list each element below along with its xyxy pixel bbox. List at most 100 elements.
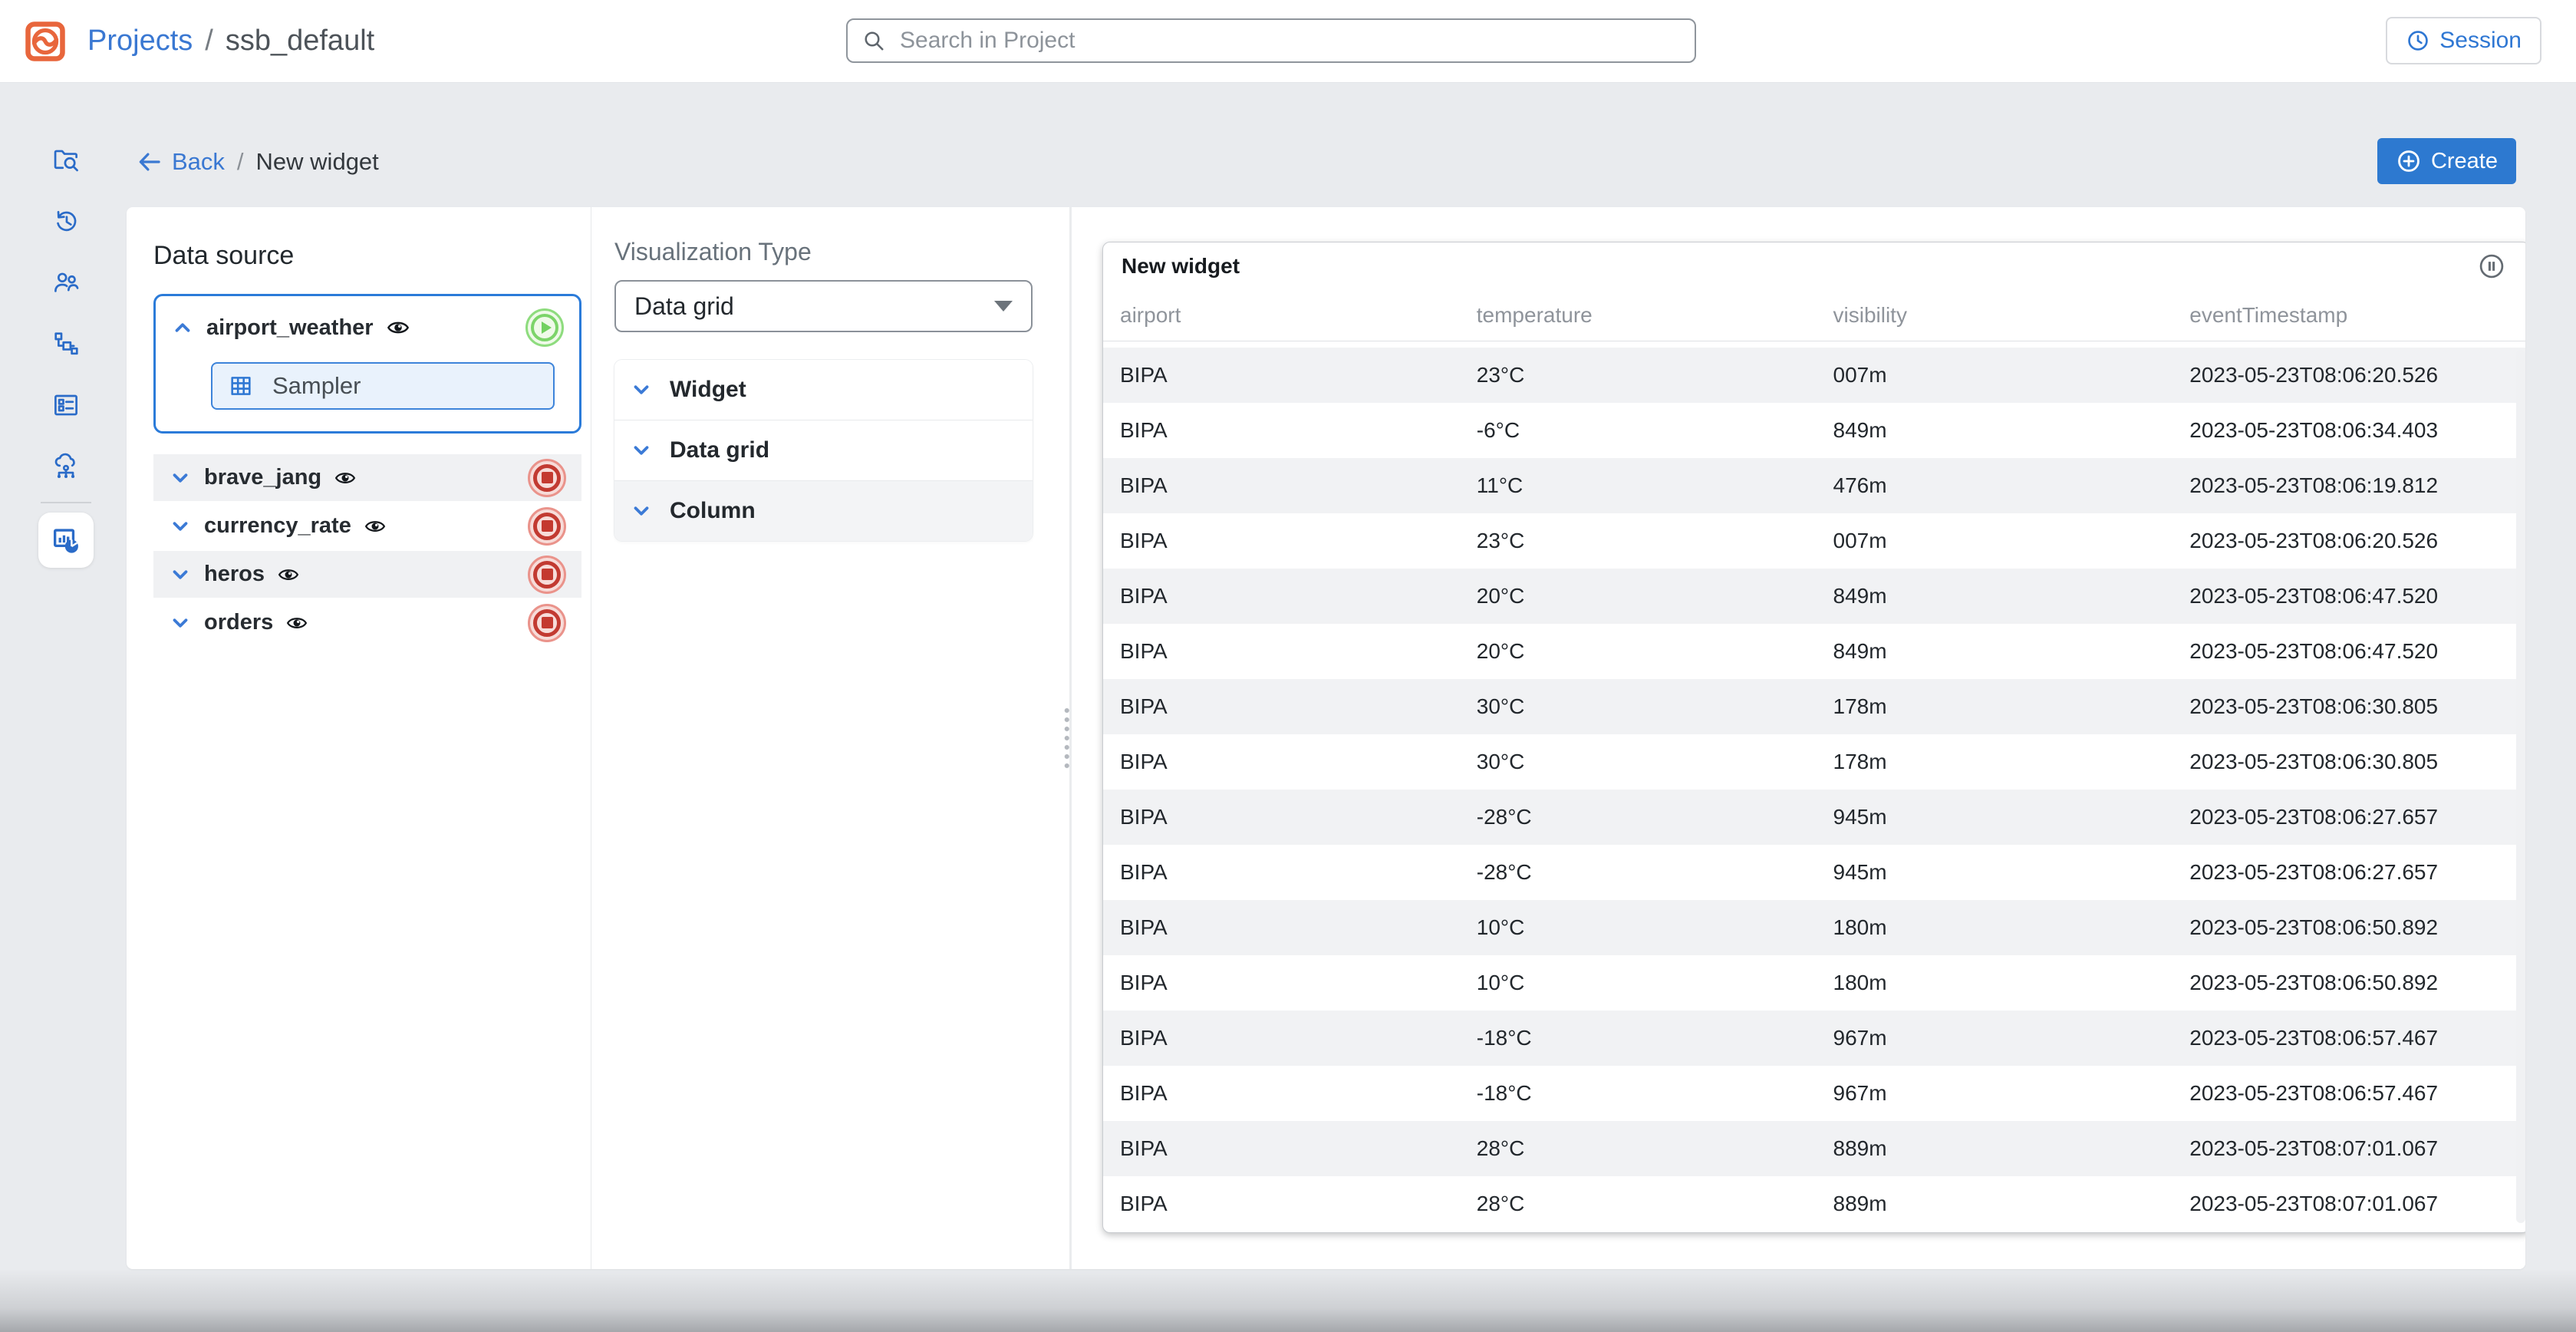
chevron-down-icon[interactable] — [630, 378, 653, 401]
visualization-type-value: Data grid — [634, 292, 734, 321]
session-button-label: Session — [2439, 28, 2522, 54]
table-column-header: eventTimestamp — [2172, 303, 2525, 328]
table-scrollbar[interactable] — [2516, 350, 2525, 1223]
cell-temperature: 11°C — [1460, 473, 1817, 498]
visualization-section-label: Widget — [670, 377, 746, 403]
chevron-up-icon[interactable] — [171, 316, 194, 339]
cell-temperature: 23°C — [1460, 529, 1817, 553]
back-link[interactable]: Back — [137, 148, 225, 176]
table-row: BIPA -28°C 945m 2023-05-23T08:06:27.657 — [1103, 845, 2525, 900]
data-source-item[interactable]: brave_jang — [153, 454, 581, 503]
cell-temperature: 30°C — [1460, 750, 1817, 774]
visualization-section-label: Data grid — [670, 437, 769, 463]
table-row: BIPA -18°C 967m 2023-05-23T08:06:57.467 — [1103, 1011, 2525, 1066]
visualization-section-label: Column — [670, 498, 756, 524]
cell-event-timestamp: 2023-05-23T08:06:34.403 — [2172, 418, 2525, 443]
sidebar-item-users[interactable] — [37, 252, 95, 313]
sampler-stopped-button[interactable] — [528, 556, 566, 594]
cell-temperature: -18°C — [1460, 1081, 1817, 1106]
cell-event-timestamp: 2023-05-23T08:06:30.805 — [2172, 750, 2525, 774]
sampler-item[interactable]: Sampler — [211, 362, 555, 410]
sidebar-item-widgets-active[interactable] — [38, 513, 94, 568]
app-header: Projects / ssb_default Session — [0, 0, 2576, 83]
widget-card-header: New widget — [1103, 242, 2525, 290]
sidebar-item-data-sources[interactable] — [37, 436, 95, 497]
sidebar-item-job-flow[interactable] — [37, 313, 95, 374]
visualization-section[interactable]: Widget — [614, 360, 1033, 420]
table-row: BIPA -18°C 967m 2023-05-23T08:06:57.467 — [1103, 1066, 2525, 1121]
cell-airport: BIPA — [1103, 418, 1460, 443]
cell-airport: BIPA — [1103, 805, 1460, 829]
cell-event-timestamp: 2023-05-23T08:06:50.892 — [2172, 971, 2525, 995]
cell-temperature: 20°C — [1460, 639, 1817, 664]
cell-airport: BIPA — [1103, 584, 1460, 608]
eye-icon[interactable] — [386, 315, 410, 340]
brand: Projects / ssb_default — [23, 0, 374, 82]
eye-icon[interactable] — [364, 515, 387, 538]
sidebar-item-projects[interactable] — [37, 129, 95, 190]
widget-title: New widget — [1122, 254, 1240, 279]
sampler-stopped-button[interactable] — [528, 459, 566, 497]
ssb-logo-icon — [23, 19, 68, 64]
cell-airport: BIPA — [1103, 529, 1460, 553]
cell-visibility: 945m — [1817, 805, 2173, 829]
visualization-section[interactable]: Data grid — [614, 420, 1033, 481]
arrow-left-icon — [137, 149, 163, 175]
data-source-item-label: orders — [204, 610, 273, 635]
cell-event-timestamp: 2023-05-23T08:06:19.812 — [2172, 473, 2525, 498]
table-row: BIPA 28°C 889m 2023-05-23T08:07:01.067 — [1103, 1176, 2525, 1231]
sidebar-item-tables[interactable] — [37, 374, 95, 436]
pause-button[interactable] — [2477, 252, 2506, 281]
sidebar-divider — [41, 502, 91, 503]
virtual-tables-icon — [51, 391, 81, 420]
sampler-stopped-button[interactable] — [528, 604, 566, 642]
cell-temperature: 23°C — [1460, 363, 1817, 387]
cell-airport: BIPA — [1103, 363, 1460, 387]
eye-icon[interactable] — [277, 563, 300, 586]
cell-event-timestamp: 2023-05-23T08:06:20.526 — [2172, 363, 2525, 387]
eye-icon[interactable] — [334, 467, 357, 490]
cell-temperature: 10°C — [1460, 971, 1817, 995]
data-source-item[interactable]: heros — [153, 551, 581, 599]
chevron-down-icon[interactable] — [630, 439, 653, 462]
chevron-down-icon[interactable] — [169, 563, 192, 586]
visualization-section[interactable]: Column — [614, 481, 1033, 541]
data-source-item[interactable]: currency_rate — [153, 503, 581, 551]
data-sources-icon — [51, 452, 81, 481]
chevron-down-icon[interactable] — [169, 612, 192, 635]
cell-visibility: 849m — [1817, 584, 2173, 608]
cell-temperature: 28°C — [1460, 1192, 1817, 1216]
table-column-header: visibility — [1817, 303, 2173, 328]
visualization-type-select[interactable]: Data grid — [614, 280, 1033, 332]
project-search[interactable] — [846, 18, 1696, 63]
sampler-stopped-button[interactable] — [528, 507, 566, 546]
cell-event-timestamp: 2023-05-23T08:06:27.657 — [2172, 805, 2525, 829]
data-source-item[interactable]: orders — [153, 599, 581, 648]
app: Projects / ssb_default Session — [0, 0, 2576, 1332]
table-row: BIPA 20°C 849m 2023-05-23T08:06:47.520 — [1103, 569, 2525, 624]
cell-temperature: -28°C — [1460, 860, 1817, 885]
toolbar-separator: / — [237, 148, 244, 176]
eye-icon[interactable] — [285, 612, 308, 635]
sampler-running-button[interactable] — [525, 308, 564, 347]
breadcrumb-projects-link[interactable]: Projects — [87, 25, 193, 58]
data-source-active-label: airport_weather — [206, 315, 374, 341]
session-button[interactable]: Session — [2386, 17, 2541, 64]
data-source-active-header: airport_weather — [156, 296, 579, 351]
cell-event-timestamp: 2023-05-23T08:06:47.520 — [2172, 639, 2525, 664]
chevron-down-icon[interactable] — [169, 515, 192, 538]
data-source-item-label: heros — [204, 562, 265, 587]
sidebar — [37, 129, 95, 568]
table-row: BIPA -6°C 849m 2023-05-23T08:06:34.403 — [1103, 403, 2525, 458]
table-body: BIPA 23°C 007m 2023-05-23T08:06:20.526 B… — [1103, 348, 2525, 1231]
chevron-down-icon[interactable] — [169, 467, 192, 490]
search-input[interactable] — [898, 27, 1681, 54]
cell-event-timestamp: 2023-05-23T08:07:01.067 — [2172, 1192, 2525, 1216]
cell-temperature: 28°C — [1460, 1136, 1817, 1161]
chevron-down-icon[interactable] — [630, 499, 653, 523]
create-button[interactable]: Create — [2377, 138, 2516, 184]
sidebar-item-history[interactable] — [37, 190, 95, 252]
cell-event-timestamp: 2023-05-23T08:06:57.467 — [2172, 1026, 2525, 1050]
widget-preview-panel: New widget airport temperature visibilit… — [1072, 207, 2525, 1269]
data-source-active-item[interactable]: airport_weather — [153, 294, 581, 434]
